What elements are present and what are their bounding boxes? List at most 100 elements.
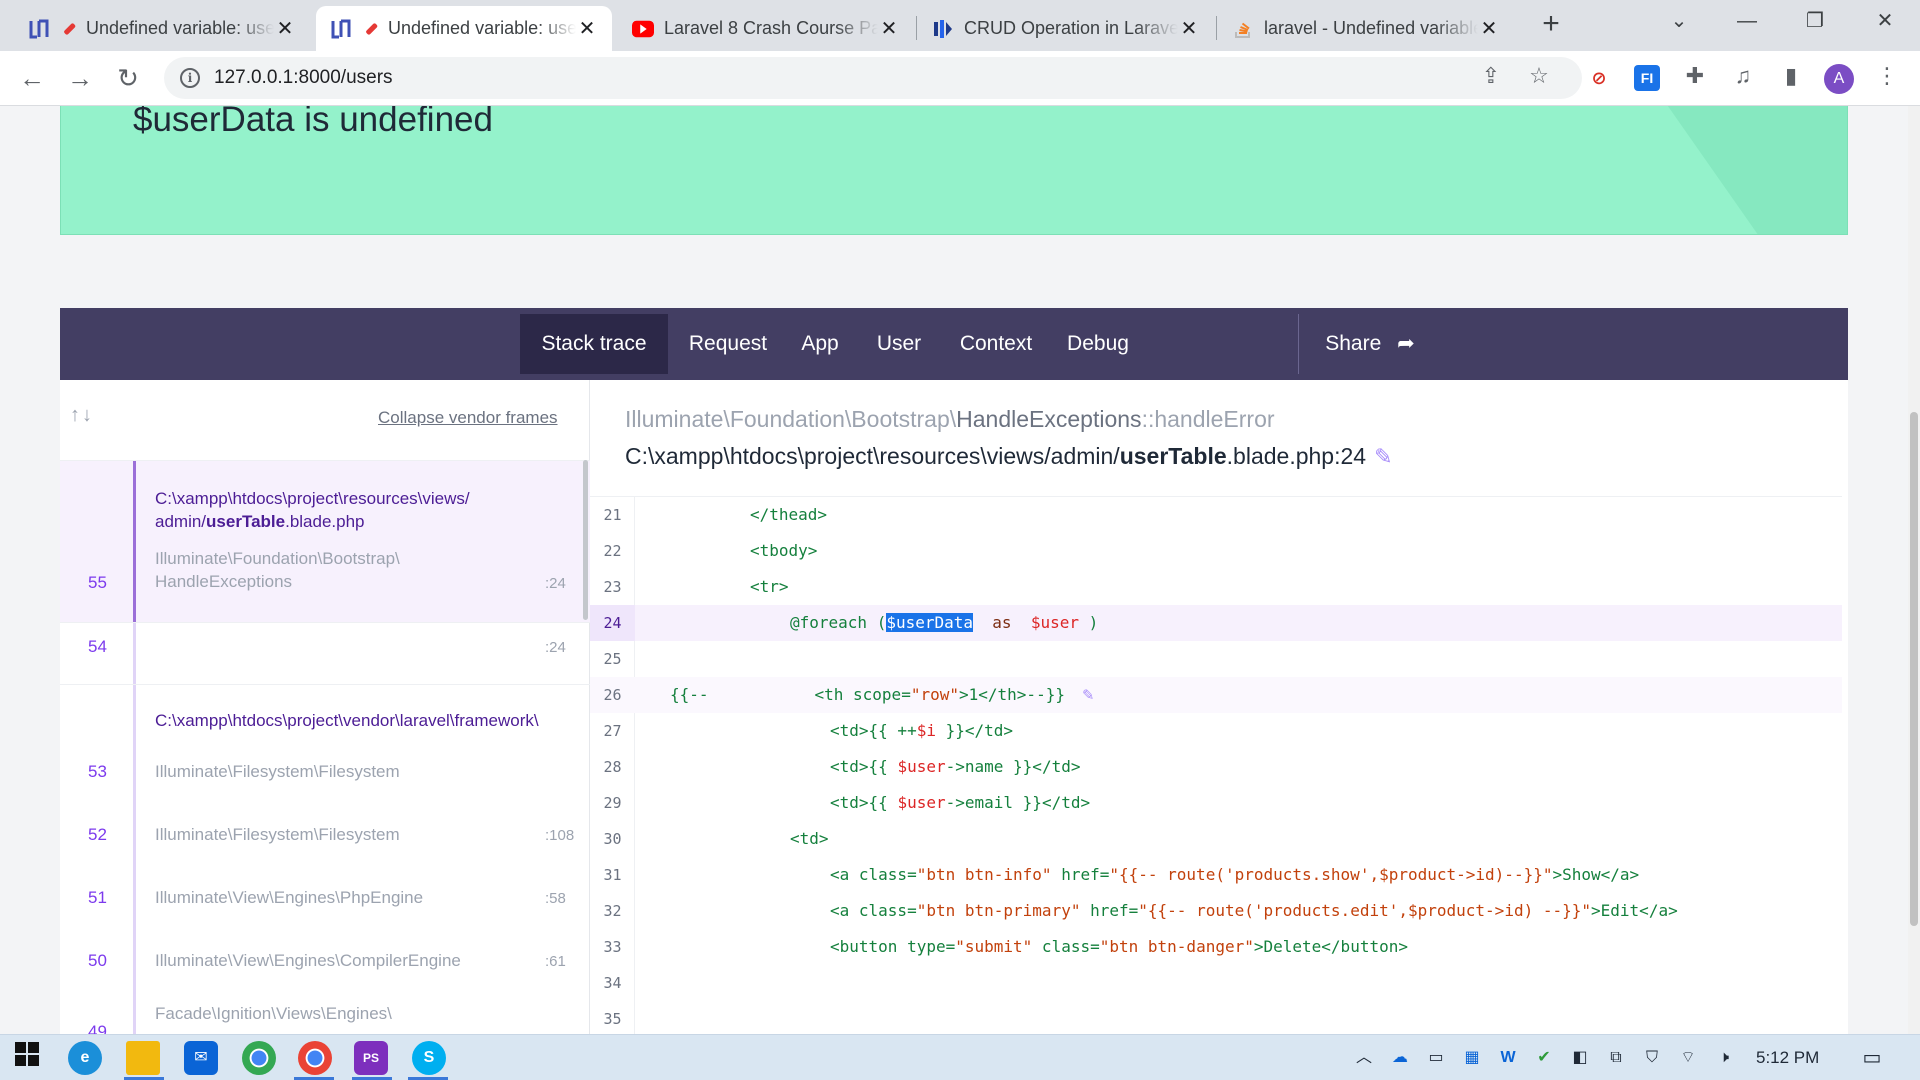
- bookmark-star-icon[interactable]: ☆: [1524, 61, 1554, 91]
- line-number[interactable]: 22: [590, 533, 635, 569]
- monitor-icon[interactable]: ▭: [1424, 1047, 1448, 1069]
- close-icon[interactable]: ✕: [274, 16, 296, 41]
- network-app-icon[interactable]: ▦: [1460, 1047, 1484, 1069]
- line-number[interactable]: 21: [590, 497, 635, 533]
- mail-icon[interactable]: ✉: [184, 1041, 218, 1075]
- tab-search-icon[interactable]: ⌄: [1650, 0, 1708, 42]
- show-hidden-icons-chevron-icon[interactable]: ︿: [1352, 1047, 1376, 1069]
- frame-number: 52: [88, 825, 107, 844]
- extensions-puzzle-icon[interactable]: ✚: [1680, 61, 1710, 91]
- line-number[interactable]: 27: [590, 713, 635, 749]
- stack-frame[interactable]: 49 Facade\Ignition\Views\Engines\: [60, 992, 590, 1034]
- tab-title: CRUD Operation in Laravel: [964, 18, 1178, 38]
- meet-now-icon[interactable]: ◧: [1568, 1047, 1592, 1069]
- close-window-button[interactable]: ✕: [1856, 0, 1914, 42]
- edge-browser-icon[interactable]: e: [68, 1041, 102, 1075]
- error-message: $userData is undefined: [133, 106, 493, 139]
- taskbar-clock[interactable]: 5:12 PM: [1756, 1048, 1819, 1068]
- line-number[interactable]: 32: [590, 893, 635, 929]
- close-icon[interactable]: ✕: [1478, 16, 1500, 41]
- stack-frame[interactable]: C:\xampp\htdocs\project\resources\views/…: [60, 460, 590, 622]
- back-button[interactable]: ←: [14, 61, 50, 97]
- tab-context[interactable]: Context: [946, 314, 1046, 374]
- share-page-icon[interactable]: ⇪: [1476, 61, 1506, 91]
- tab-separator: [916, 16, 917, 40]
- stack-frame[interactable]: 50 Illuminate\View\Engines\CompilerEngin…: [60, 929, 590, 992]
- stack-frame[interactable]: 54 :24: [60, 622, 590, 684]
- frame-navigation-arrows-icon[interactable]: ↑↓: [70, 404, 94, 427]
- close-icon[interactable]: ✕: [878, 16, 900, 41]
- tab-separator: [1216, 16, 1217, 40]
- frame-indicator-bar: [133, 929, 136, 992]
- phpstorm-icon[interactable]: PS: [354, 1041, 388, 1075]
- address-bar[interactable]: i 127.0.0.1:8000/users: [164, 57, 1582, 99]
- line-number[interactable]: 35: [590, 1001, 635, 1034]
- media-control-icon[interactable]: ♫: [1728, 61, 1758, 91]
- collapse-vendor-frames-link[interactable]: Collapse vendor frames: [378, 408, 558, 428]
- close-icon[interactable]: ✕: [1178, 16, 1200, 41]
- browser-tab[interactable]: CRUD Operation in Laravel ✕: [918, 6, 1214, 51]
- shield-check-icon[interactable]: ✔: [1532, 1047, 1556, 1069]
- code-snippet-panel: Illuminate\Foundation\Bootstrap\HandleEx…: [590, 380, 1848, 1034]
- line-number[interactable]: 24: [590, 605, 635, 641]
- tab-stack-trace[interactable]: Stack trace: [520, 314, 668, 374]
- security-shield-icon[interactable]: ⛉: [1640, 1047, 1664, 1069]
- line-number[interactable]: 25: [590, 641, 635, 677]
- frames-scrollbar[interactable]: [583, 460, 588, 620]
- stack-frame[interactable]: 51 Illuminate\View\Engines\PhpEngine :58: [60, 866, 590, 929]
- page-scrollbar-thumb[interactable]: [1910, 412, 1918, 926]
- extension-blocker-icon[interactable]: ⊘: [1586, 65, 1612, 91]
- frame-line: :108: [545, 827, 575, 844]
- site-info-icon[interactable]: i: [180, 68, 200, 88]
- line-number[interactable]: 28: [590, 749, 635, 785]
- tab-debug[interactable]: Debug: [1056, 314, 1140, 374]
- edit-pencil-icon[interactable]: ✎: [1374, 444, 1392, 470]
- line-number[interactable]: 30: [590, 821, 635, 857]
- restore-button[interactable]: ❐: [1786, 0, 1844, 42]
- line-number[interactable]: 34: [590, 965, 635, 1001]
- windows-start-icon[interactable]: [10, 1041, 44, 1075]
- browser-tab[interactable]: Undefined variable: userData ✕: [14, 6, 310, 51]
- tab-request[interactable]: Request: [678, 314, 778, 374]
- browser-tab[interactable]: Laravel 8 Crash Course Part ✕: [618, 6, 914, 51]
- onedrive-cloud-icon[interactable]: ☁: [1388, 1047, 1412, 1069]
- line-number[interactable]: 31: [590, 857, 635, 893]
- chrome-icon[interactable]: [298, 1041, 332, 1075]
- share-button[interactable]: Share ➦: [1310, 314, 1430, 374]
- browser-tab-strip: Undefined variable: userData ✕ Undefined…: [0, 0, 1920, 51]
- browser-tab-active[interactable]: Undefined variable: userData ✕: [316, 6, 612, 51]
- wifi-icon[interactable]: ⌔: [1676, 1047, 1700, 1069]
- code-line: 29 <td>{{ $user->email }}</td>: [590, 785, 1842, 821]
- reload-button[interactable]: ↻: [110, 61, 146, 97]
- wamp-icon[interactable]: W: [1496, 1047, 1520, 1069]
- line-number[interactable]: 26: [590, 677, 635, 713]
- close-icon[interactable]: ✕: [576, 16, 598, 41]
- line-source: <a class="btn btn-info" href="{{-- route…: [830, 865, 1640, 884]
- page-scrollbar[interactable]: [1908, 106, 1920, 1034]
- line-number[interactable]: 29: [590, 785, 635, 821]
- url-text: 127.0.0.1:8000/users: [214, 67, 393, 88]
- side-panel-icon[interactable]: ▮: [1776, 61, 1806, 91]
- line-number[interactable]: 33: [590, 929, 635, 965]
- extension-fi-icon[interactable]: FI: [1634, 65, 1660, 91]
- error-banner: $userData is undefined: [60, 106, 1848, 235]
- forward-button[interactable]: →: [62, 61, 98, 97]
- notifications-icon[interactable]: ▭: [1860, 1047, 1884, 1069]
- edit-pencil-icon[interactable]: ✎: [1083, 677, 1094, 713]
- menu-kebab-icon[interactable]: ⋮: [1872, 61, 1902, 91]
- display-icon[interactable]: ⧉: [1604, 1047, 1628, 1069]
- profile-avatar[interactable]: A: [1824, 64, 1854, 94]
- volume-muted-icon[interactable]: 🕨: [1712, 1047, 1736, 1069]
- minimize-button[interactable]: —: [1718, 0, 1776, 42]
- stack-frame[interactable]: 52 Illuminate\Filesystem\Filesystem :108: [60, 803, 590, 866]
- line-number[interactable]: 23: [590, 569, 635, 605]
- stack-frame[interactable]: 53 Illuminate\Filesystem\Filesystem: [60, 740, 590, 803]
- skype-icon[interactable]: S: [412, 1041, 446, 1075]
- tab-user[interactable]: User: [862, 314, 936, 374]
- browser-tab[interactable]: laravel - Undefined variable ✕: [1218, 6, 1514, 51]
- stackoverflow-icon: [1232, 18, 1254, 40]
- new-tab-button[interactable]: +: [1534, 8, 1568, 42]
- chrome-icon[interactable]: [242, 1041, 276, 1075]
- tab-app[interactable]: App: [788, 314, 852, 374]
- file-explorer-icon[interactable]: [126, 1041, 160, 1075]
